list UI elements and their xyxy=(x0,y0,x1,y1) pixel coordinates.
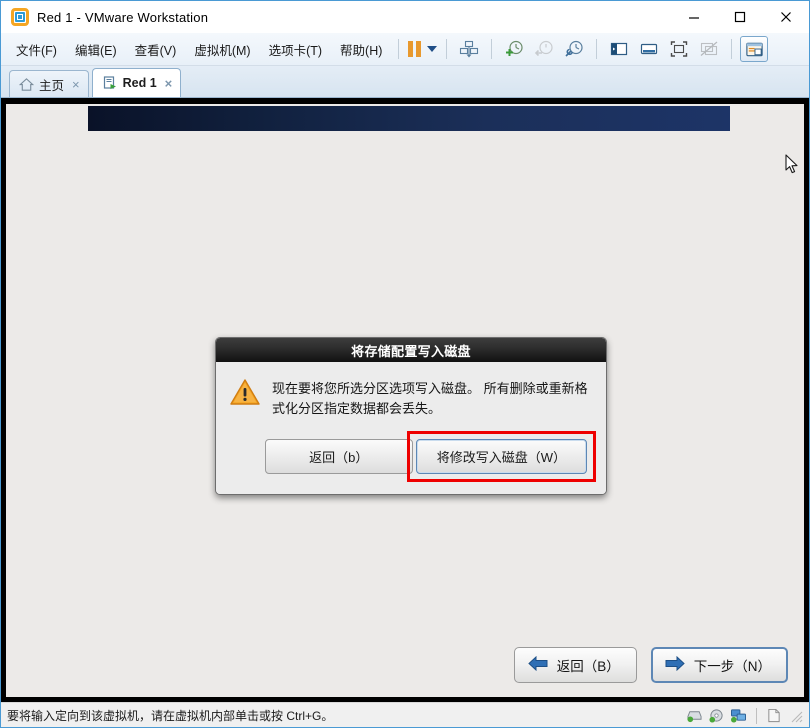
dialog-back-button[interactable]: 返回（b） xyxy=(264,439,413,475)
dialog-message: 现在要将您所选分区选项写入磁盘。 所有删除或重新格式化分区指定数据都会丢失。 xyxy=(272,381,588,417)
installer-back-label: 返回（B） xyxy=(556,659,620,674)
network-adapter-icon[interactable] xyxy=(730,708,747,723)
enter-fullscreen-icon[interactable] xyxy=(665,36,693,62)
unity-mode-icon xyxy=(695,36,723,62)
minimize-button[interactable] xyxy=(671,1,717,32)
cd-dvd-drive-icon[interactable] xyxy=(708,708,725,723)
tab-close-icon[interactable]: × xyxy=(72,78,80,91)
red-highlight-box: 将修改写入磁盘（W） xyxy=(406,431,596,483)
installer-next-button[interactable]: 下一步（N） xyxy=(650,647,788,683)
arrow-left-icon xyxy=(527,655,548,674)
maximize-button[interactable] xyxy=(717,1,763,32)
installer-banner xyxy=(88,106,730,131)
pause-vm-button[interactable] xyxy=(406,41,439,57)
toolbar-separator xyxy=(398,39,400,59)
tab-home[interactable]: 主页 × xyxy=(9,70,89,97)
show-thumbnail-bar-icon[interactable] xyxy=(635,36,663,62)
mouse-cursor xyxy=(785,154,799,175)
menu-file[interactable]: 文件(F) xyxy=(7,36,66,63)
close-button[interactable] xyxy=(763,1,809,32)
menu-help[interactable]: 帮助(H) xyxy=(331,36,391,63)
warning-triangle-icon xyxy=(230,378,260,419)
installer-back-button[interactable]: 返回（B） xyxy=(513,647,637,683)
hard-disk-icon[interactable] xyxy=(686,708,703,723)
guest-os-screen[interactable]: 将存储配置写入磁盘 现在要将您所选分区选项写入磁盘。 所有删除或重新格式化分区指… xyxy=(6,104,804,697)
toolbar-separator xyxy=(446,39,448,59)
vmware-workstation-window: Red 1 - VMware Workstation 文件(F) 编辑(E) 查… xyxy=(0,0,810,728)
home-icon xyxy=(19,77,34,92)
window-controls xyxy=(671,1,809,33)
show-library-icon[interactable] xyxy=(605,36,633,62)
tab-label: 主页 xyxy=(39,78,65,93)
menu-view[interactable]: 查看(V) xyxy=(126,36,186,63)
menu-virtual-machine[interactable]: 虚拟机(M) xyxy=(185,36,259,63)
dialog-body: 现在要将您所选分区选项写入磁盘。 所有删除或重新格式化分区指定数据都会丢失。 xyxy=(216,362,606,426)
menu-edit[interactable]: 编辑(E) xyxy=(66,36,126,63)
tab-red-1[interactable]: Red 1 × xyxy=(91,68,182,97)
resize-grip-icon[interactable] xyxy=(789,709,803,723)
status-message: 要将输入定向到该虚拟机，请在虚拟机内部单击或按 Ctrl+G。 xyxy=(7,708,334,723)
vmware-logo-icon xyxy=(11,8,29,26)
installer-navigation: 返回（B） 下一步（N） xyxy=(513,647,788,683)
pause-icon xyxy=(408,41,422,57)
installer-next-label: 下一步（N） xyxy=(693,659,771,674)
write-changes-to-disk-button[interactable]: 将修改写入磁盘（W） xyxy=(415,439,587,475)
dialog-titlebar: 将存储配置写入磁盘 xyxy=(216,338,606,362)
dialog-title: 将存储配置写入磁盘 xyxy=(351,343,471,359)
write-changes-to-disk-dialog: 将存储配置写入磁盘 现在要将您所选分区选项写入磁盘。 所有删除或重新格式化分区指… xyxy=(215,337,607,496)
tab-label: Red 1 xyxy=(122,76,157,90)
arrow-right-icon xyxy=(665,655,685,674)
chevron-down-icon[interactable] xyxy=(427,46,438,52)
status-device-icons xyxy=(686,703,803,728)
toolbar-separator xyxy=(596,39,598,59)
toolbar-separator xyxy=(731,39,733,59)
tab-close-icon[interactable]: × xyxy=(165,77,173,90)
status-separator xyxy=(756,707,757,724)
tab-bar: 主页 × Red 1 × xyxy=(1,66,809,98)
menu-tabs[interactable]: 选项卡(T) xyxy=(260,36,331,63)
console-view-icon[interactable] xyxy=(740,36,769,62)
take-snapshot-icon[interactable] xyxy=(500,36,528,62)
toolbar-separator xyxy=(491,39,493,59)
vm-display-area[interactable]: 将存储配置写入磁盘 现在要将您所选分区选项写入磁盘。 所有删除或重新格式化分区指… xyxy=(1,98,809,702)
usb-device-icon[interactable] xyxy=(766,708,782,723)
send-ctrl-alt-delete-icon[interactable] xyxy=(455,36,483,62)
title-bar: Red 1 - VMware Workstation xyxy=(1,1,809,33)
revert-snapshot-icon xyxy=(530,36,558,62)
virtual-machine-icon xyxy=(102,75,118,91)
status-bar: 要将输入定向到该虚拟机，请在虚拟机内部单击或按 Ctrl+G。 xyxy=(1,702,809,727)
manage-snapshots-icon[interactable] xyxy=(560,36,588,62)
dialog-button-row: 返回（b） 将修改写入磁盘（W） xyxy=(216,425,606,495)
window-title: Red 1 - VMware Workstation xyxy=(37,9,209,25)
menu-bar: 文件(F) 编辑(E) 查看(V) 虚拟机(M) 选项卡(T) 帮助(H) xyxy=(1,33,809,66)
